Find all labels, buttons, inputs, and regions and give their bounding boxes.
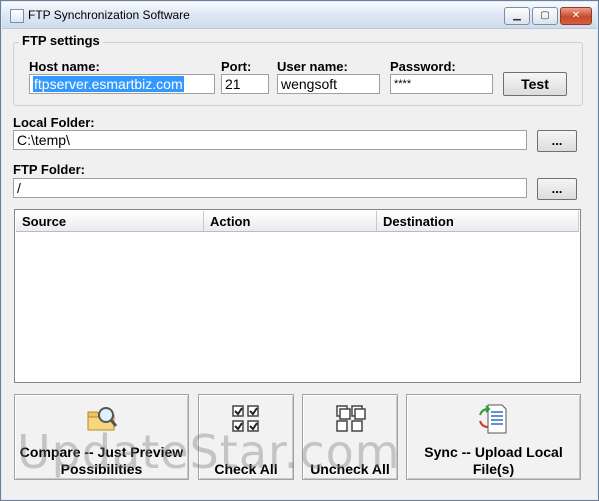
user-name-input[interactable]: wengsoft xyxy=(277,74,380,94)
column-action[interactable]: Action xyxy=(204,211,377,231)
check-all-label: Check All xyxy=(214,461,278,477)
folder-magnifier-icon xyxy=(87,407,117,431)
uncheck-all-button[interactable]: Uncheck All xyxy=(302,394,398,480)
column-destination[interactable]: Destination xyxy=(377,211,579,231)
test-button[interactable]: Test xyxy=(503,72,567,96)
app-icon xyxy=(10,9,24,23)
title-bar[interactable]: FTP Synchronization Software ▁ ▢ ✕ xyxy=(2,2,597,29)
ftp-settings-title: FTP settings xyxy=(19,33,103,48)
list-header: Source Action Destination xyxy=(16,211,579,232)
host-name-input[interactable]: ftpserver.esmartbiz.com xyxy=(29,74,215,94)
checked-boxes-icon xyxy=(232,405,259,432)
uncheck-all-label: Uncheck All xyxy=(310,461,390,477)
port-input[interactable]: 21 xyxy=(221,74,269,94)
local-folder-browse-button[interactable]: ... xyxy=(537,130,577,152)
document-sync-icon xyxy=(478,404,506,434)
column-source[interactable]: Source xyxy=(16,211,204,231)
maximize-button[interactable]: ▢ xyxy=(532,7,558,25)
window-title: FTP Synchronization Software xyxy=(28,8,190,22)
user-name-label: User name: xyxy=(277,59,348,74)
sync-list[interactable]: Source Action Destination xyxy=(14,209,581,383)
host-name-value: ftpserver.esmartbiz.com xyxy=(33,76,184,92)
close-button[interactable]: ✕ xyxy=(560,7,592,25)
sync-button-label: Sync -- Upload Local File(s) xyxy=(424,444,563,477)
check-all-button[interactable]: Check All xyxy=(198,394,294,480)
port-label: Port: xyxy=(221,59,252,74)
sync-button[interactable]: Sync -- Upload Local File(s) xyxy=(406,394,581,480)
compare-button-label: Compare -- Just Preview Possibilities xyxy=(19,444,184,477)
local-folder-label: Local Folder: xyxy=(13,115,95,130)
ftp-folder-label: FTP Folder: xyxy=(13,162,85,177)
unchecked-boxes-icon xyxy=(336,405,366,432)
compare-button[interactable]: Compare -- Just Preview Possibilities xyxy=(14,394,189,480)
host-name-label: Host name: xyxy=(29,59,100,74)
minimize-button[interactable]: ▁ xyxy=(504,7,530,25)
password-input[interactable]: **** xyxy=(390,74,493,94)
ftp-folder-input[interactable]: / xyxy=(13,178,527,198)
password-label: Password: xyxy=(390,59,456,74)
app-window: FTP Synchronization Software ▁ ▢ ✕ FTP s… xyxy=(0,0,599,501)
local-folder-input[interactable]: C:\temp\ xyxy=(13,130,527,150)
ftp-folder-browse-button[interactable]: ... xyxy=(537,178,577,200)
